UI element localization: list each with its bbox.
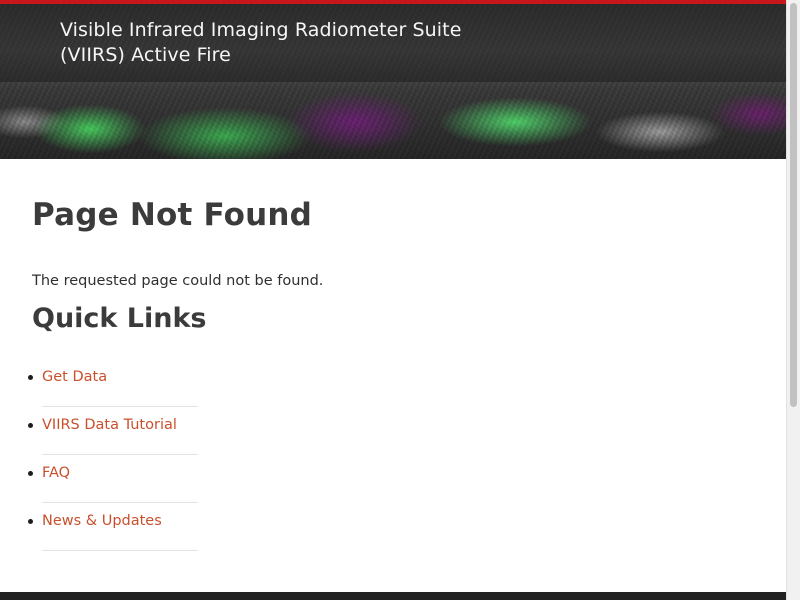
site-banner: Visible Infrared Imaging Radiometer Suit… bbox=[0, 4, 786, 159]
quick-link-item-viirs-tutorial: VIIRS Data Tutorial bbox=[28, 407, 198, 455]
not-found-message: The requested page could not be found. bbox=[32, 273, 324, 289]
quick-link-item-faq: FAQ bbox=[28, 455, 198, 503]
list-bullet bbox=[28, 423, 33, 428]
list-bullet bbox=[28, 375, 33, 380]
site-title[interactable]: Visible Infrared Imaging Radiometer Suit… bbox=[60, 18, 480, 68]
quick-links-list: Get Data VIIRS Data Tutorial FAQ News & … bbox=[28, 359, 198, 551]
quick-link-item-news-updates: News & Updates bbox=[28, 503, 198, 551]
faq-link[interactable]: FAQ bbox=[42, 463, 70, 483]
page-title: Page Not Found bbox=[32, 197, 313, 233]
quick-links-heading: Quick Links bbox=[32, 303, 207, 334]
main-content: Page Not Found The requested page could … bbox=[28, 159, 754, 551]
site-title-band: Visible Infrared Imaging Radiometer Suit… bbox=[0, 4, 786, 82]
list-bullet bbox=[28, 519, 33, 524]
get-data-link[interactable]: Get Data bbox=[42, 367, 107, 387]
scrollbar-thumb[interactable] bbox=[790, 3, 797, 407]
browser-viewport: Visible Infrared Imaging Radiometer Suit… bbox=[0, 0, 800, 600]
web-page: Visible Infrared Imaging Radiometer Suit… bbox=[0, 0, 786, 600]
quick-link-item-get-data: Get Data bbox=[28, 359, 198, 407]
site-footer bbox=[0, 592, 786, 600]
news-updates-link[interactable]: News & Updates bbox=[42, 511, 162, 531]
list-bullet bbox=[28, 471, 33, 476]
top-accent-bar bbox=[0, 0, 786, 4]
vertical-scrollbar[interactable] bbox=[786, 0, 800, 600]
viirs-data-tutorial-link[interactable]: VIIRS Data Tutorial bbox=[42, 415, 177, 435]
